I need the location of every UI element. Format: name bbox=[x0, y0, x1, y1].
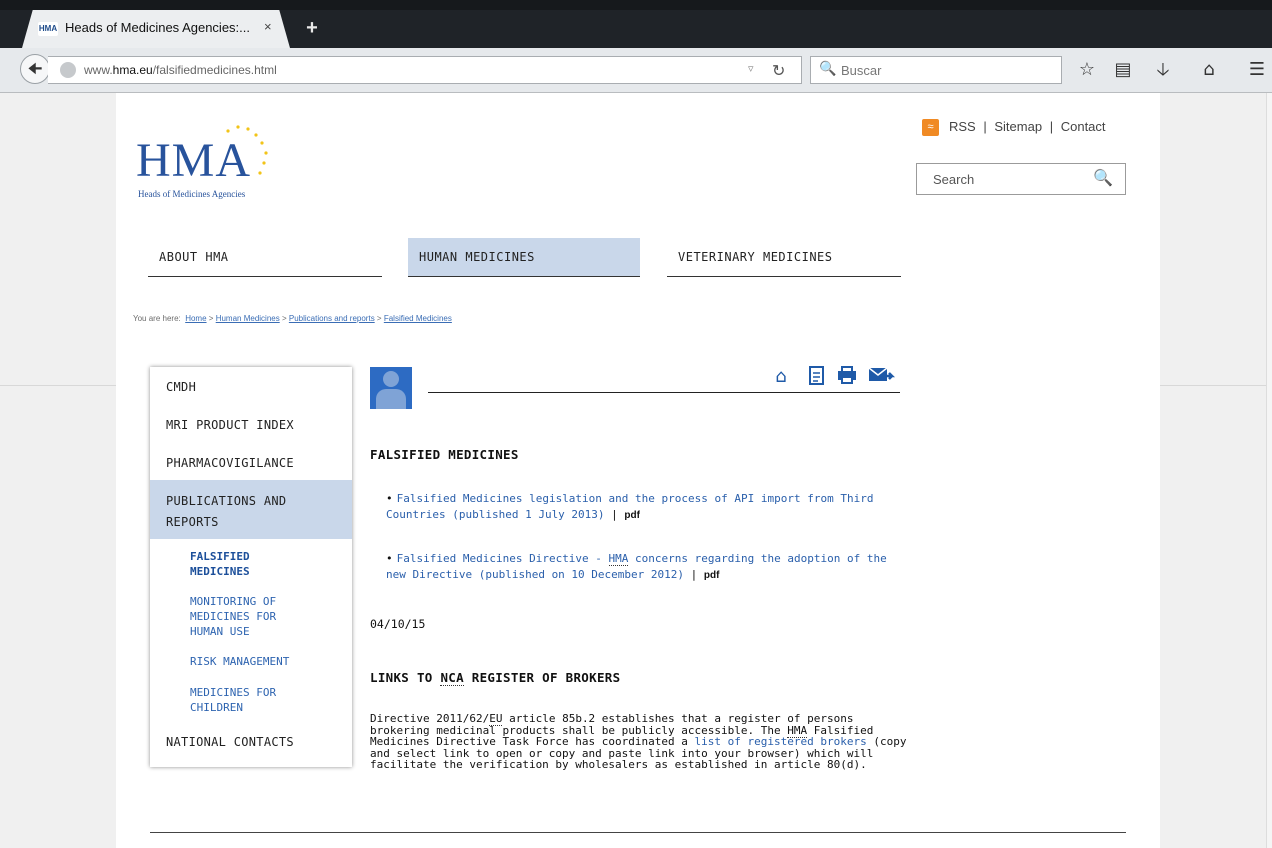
browser-tab[interactable]: HMA Heads of Medicines Agencies:... × bbox=[22, 10, 290, 48]
tab-title: Heads of Medicines Agencies:... bbox=[65, 20, 250, 35]
nav-label: ABOUT HMA bbox=[159, 250, 229, 264]
top-links-separator: | bbox=[983, 119, 987, 134]
site-search-placeholder: Search bbox=[933, 172, 975, 187]
browser-search-input[interactable]: 🔍 Buscar bbox=[810, 56, 1062, 84]
sidebar-subitem-medicines-for-children[interactable]: MEDICINES FOR CHILDREN bbox=[190, 685, 340, 715]
hma-logo[interactable]: HMA Heads of Medicines Agencies bbox=[136, 123, 276, 203]
home-icon[interactable]: ⌂ bbox=[1196, 56, 1222, 84]
breadcrumb-falsified-medicines[interactable]: Falsified Medicines bbox=[384, 314, 452, 323]
sidebar-item-label: MRI PRODUCT INDEX bbox=[166, 418, 294, 432]
sidebar-item-national-contacts[interactable]: NATIONAL CONTACTS bbox=[150, 722, 352, 762]
sitemap-link[interactable]: Sitemap bbox=[994, 119, 1042, 134]
page-viewport: HMA Heads of Medicines Agencies ≈ RSS | S… bbox=[0, 93, 1272, 848]
nav-veterinary-medicines[interactable]: VETERINARY MEDICINES bbox=[667, 238, 901, 277]
browser-nav-bar: 🠈 www.hma.eu/falsifiedmedicines.html ▿ ↻… bbox=[0, 48, 1272, 93]
pdf-icon[interactable] bbox=[806, 366, 828, 388]
section-heading-brokers: LINKS TO NCA REGISTER OF BROKERS bbox=[370, 670, 621, 686]
subitem-line: MONITORING OF bbox=[190, 595, 277, 608]
search-icon[interactable]: 🔍 bbox=[1093, 168, 1113, 187]
breadcrumb-publications[interactable]: Publications and reports bbox=[289, 314, 375, 323]
email-icon[interactable] bbox=[868, 366, 896, 388]
globe-icon bbox=[60, 62, 76, 78]
top-links: ≈ RSS | Sitemap | Contact bbox=[922, 119, 1106, 139]
pdf-link[interactable]: pdf bbox=[624, 510, 640, 521]
scrollbar[interactable] bbox=[1266, 93, 1272, 848]
url-dropdown-icon[interactable]: ▿ bbox=[748, 62, 754, 75]
avatar-head bbox=[383, 371, 399, 387]
breadcrumb-prefix: You are here: bbox=[133, 314, 181, 323]
subitem-line: MEDICINES bbox=[190, 565, 250, 578]
back-arrow-icon: 🠈 bbox=[27, 59, 43, 78]
footer-rule bbox=[150, 832, 1126, 833]
home-icon[interactable]: ⌂ bbox=[770, 366, 792, 388]
sidebar-item-publications-and-reports[interactable]: PUBLICATIONS AND REPORTS bbox=[150, 480, 352, 539]
nav-label: VETERINARY MEDICINES bbox=[678, 250, 833, 264]
contact-link[interactable]: Contact bbox=[1061, 119, 1106, 134]
browser-tab-bar: HMA Heads of Medicines Agencies:... × + bbox=[0, 0, 1272, 48]
avatar-body bbox=[376, 389, 406, 409]
document-list-item: • Falsified Medicines legislation and the… bbox=[386, 492, 874, 521]
subitem-line: FALSIFIED bbox=[190, 550, 250, 563]
subitem-line: MEDICINES FOR bbox=[190, 686, 277, 699]
subitem-line: HUMAN USE bbox=[190, 625, 250, 638]
breadcrumb-home[interactable]: Home bbox=[185, 314, 206, 323]
subitem-line: RISK MANAGEMENT bbox=[190, 655, 290, 668]
sidebar: CMDH MRI PRODUCT INDEX PHARMACOVIGILANCE… bbox=[150, 367, 352, 767]
bookmark-star-icon[interactable]: ☆ bbox=[1074, 56, 1100, 84]
sidebar-item-mri-product-index[interactable]: MRI PRODUCT INDEX bbox=[150, 405, 352, 443]
rss-link[interactable]: RSS bbox=[949, 119, 976, 134]
breadcrumb-separator: > bbox=[281, 314, 287, 323]
tab-close-icon[interactable]: × bbox=[264, 19, 272, 34]
sidebar-item-cmdh[interactable]: CMDH bbox=[150, 367, 352, 405]
breadcrumb-separator: > bbox=[208, 314, 214, 323]
download-icon[interactable]: 🡣 bbox=[1150, 56, 1176, 84]
browser-search-placeholder: Buscar bbox=[841, 63, 882, 78]
breadcrumb: You are here: Home > Human Medicines > P… bbox=[133, 314, 452, 323]
new-tab-button[interactable]: + bbox=[298, 14, 326, 42]
user-avatar-icon bbox=[370, 367, 412, 409]
rss-icon[interactable]: ≈ bbox=[922, 119, 939, 137]
logo-text: HMA bbox=[136, 134, 252, 187]
tab-strip-top bbox=[0, 0, 1272, 10]
page-container: HMA Heads of Medicines Agencies ≈ RSS | S… bbox=[116, 93, 1160, 848]
reading-list-icon[interactable]: ▤ bbox=[1110, 56, 1136, 84]
publication-date: 04/10/15 bbox=[370, 617, 426, 631]
url-text: www.hma.eu/falsifiedmedicines.html bbox=[84, 63, 277, 77]
nav-human-medicines[interactable]: HUMAN MEDICINES bbox=[408, 238, 640, 277]
pdf-link[interactable]: pdf bbox=[704, 570, 720, 581]
sidebar-item-label: PUBLICATIONS AND bbox=[166, 494, 287, 508]
sidebar-item-label: CMDH bbox=[166, 380, 197, 394]
menu-icon[interactable]: ☰ bbox=[1244, 56, 1270, 84]
print-icon[interactable] bbox=[836, 366, 858, 388]
sidebar-subitem-monitoring[interactable]: MONITORING OF MEDICINES FOR HUMAN USE bbox=[190, 594, 340, 639]
reload-icon[interactable]: ↻ bbox=[772, 61, 785, 80]
breadcrumb-human-medicines[interactable]: Human Medicines bbox=[216, 314, 280, 323]
sidebar-subitem-falsified-medicines[interactable]: FALSIFIED MEDICINES bbox=[190, 549, 340, 579]
document-link[interactable]: Falsified Medicines Directive - HMA conc… bbox=[386, 552, 887, 581]
sidebar-item-pharmacovigilance[interactable]: PHARMACOVIGILANCE bbox=[150, 443, 352, 481]
brokers-paragraph: Directive 2011/62/EU article 85b.2 estab… bbox=[370, 712, 907, 772]
subitem-line: MEDICINES FOR bbox=[190, 610, 277, 623]
format-separator: | bbox=[611, 508, 618, 521]
nav-label: HUMAN MEDICINES bbox=[419, 250, 535, 264]
breadcrumb-separator: > bbox=[376, 314, 382, 323]
sidebar-item-label: NATIONAL CONTACTS bbox=[166, 735, 294, 749]
content-title-rule bbox=[428, 392, 900, 393]
page-title: FALSIFIED MEDICINES bbox=[370, 447, 519, 462]
logo-subtitle: Heads of Medicines Agencies bbox=[138, 189, 246, 199]
sidebar-item-label: PHARMACOVIGILANCE bbox=[166, 456, 294, 470]
format-separator: | bbox=[690, 568, 698, 581]
sidebar-item-label: REPORTS bbox=[166, 515, 219, 529]
document-list-item: • Falsified Medicines Directive - HMA con… bbox=[386, 552, 887, 581]
hma-favicon-icon: HMA bbox=[38, 22, 58, 36]
site-search-input[interactable]: Search 🔍 bbox=[916, 163, 1126, 195]
back-button[interactable]: 🠈 bbox=[20, 54, 50, 84]
top-links-separator: | bbox=[1049, 119, 1054, 134]
nav-about-hma[interactable]: ABOUT HMA bbox=[148, 238, 382, 277]
address-bar[interactable]: www.hma.eu/falsifiedmedicines.html ▿ ↻ bbox=[48, 56, 802, 84]
sidebar-subitem-risk-management[interactable]: RISK MANAGEMENT bbox=[190, 654, 340, 669]
search-icon: 🔍 bbox=[819, 61, 837, 77]
subitem-line: CHILDREN bbox=[190, 701, 243, 714]
